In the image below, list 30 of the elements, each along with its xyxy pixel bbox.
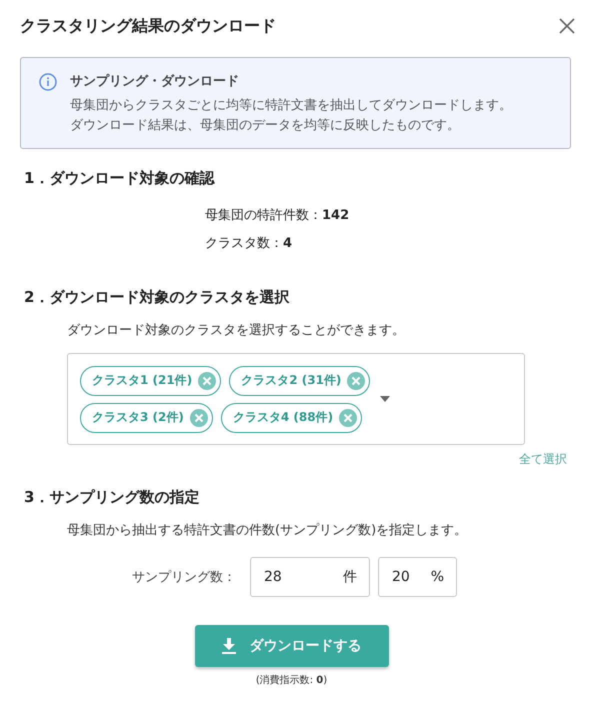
stat-text: 母集団の特許件数：142: [205, 208, 350, 223]
section-description: 母集団から抽出する特許文書の件数(サンプリング数)を指定します。: [67, 522, 468, 539]
info-title: サンプリング・ダウンロード: [70, 72, 240, 90]
info-text: ダウンロード結果は、母集団のデータを均等に反映したものです。: [70, 117, 461, 135]
section-heading: 2．ダウンロード対象のクラスタを選択: [24, 288, 290, 307]
sampling-label: サンプリング数：: [132, 569, 236, 586]
percent-input[interactable]: 20 %: [378, 557, 457, 597]
cluster-chip[interactable]: クラスタ2 (31件): [229, 366, 370, 396]
info-text: 母集団からクラスタごとに均等に特許文書を抽出してダウンロードします。: [70, 97, 512, 115]
cluster-chip[interactable]: クラスタ4 (88件): [220, 402, 362, 432]
section-description: ダウンロード対象のクラスタを選択することができます。: [67, 322, 406, 339]
cluster-chip[interactable]: クラスタ1 (21件): [80, 366, 222, 396]
caret-icon[interactable]: [380, 396, 390, 402]
count-input[interactable]: 28 件: [250, 557, 370, 597]
cluster-chip[interactable]: クラスタ3 (2件): [80, 402, 213, 432]
remove-icon[interactable]: [347, 372, 366, 390]
dialog-title: クラスタリング結果のダウンロード: [20, 16, 276, 36]
info-icon: [39, 73, 57, 91]
cluster-select[interactable]: クラスタ1 (21件) クラスタ2 (31件) クラスタ3 (2件) クラスタ4 (88件): [67, 353, 525, 445]
download-button[interactable]: ダウンロードする: [194, 625, 388, 667]
consumption-note: (消費指示数: 0): [256, 674, 328, 687]
section-heading: 3．サンプリング数の指定: [24, 488, 200, 507]
stat-text: クラスタ数：4: [205, 236, 292, 251]
download-icon: [222, 638, 236, 654]
remove-icon[interactable]: [190, 408, 208, 426]
select-all-link[interactable]: 全て選択: [519, 451, 567, 468]
remove-icon[interactable]: [339, 408, 358, 426]
close-icon[interactable]: [559, 18, 575, 34]
section-heading: 1．ダウンロード対象の確認: [24, 169, 216, 188]
remove-icon[interactable]: [198, 372, 216, 390]
